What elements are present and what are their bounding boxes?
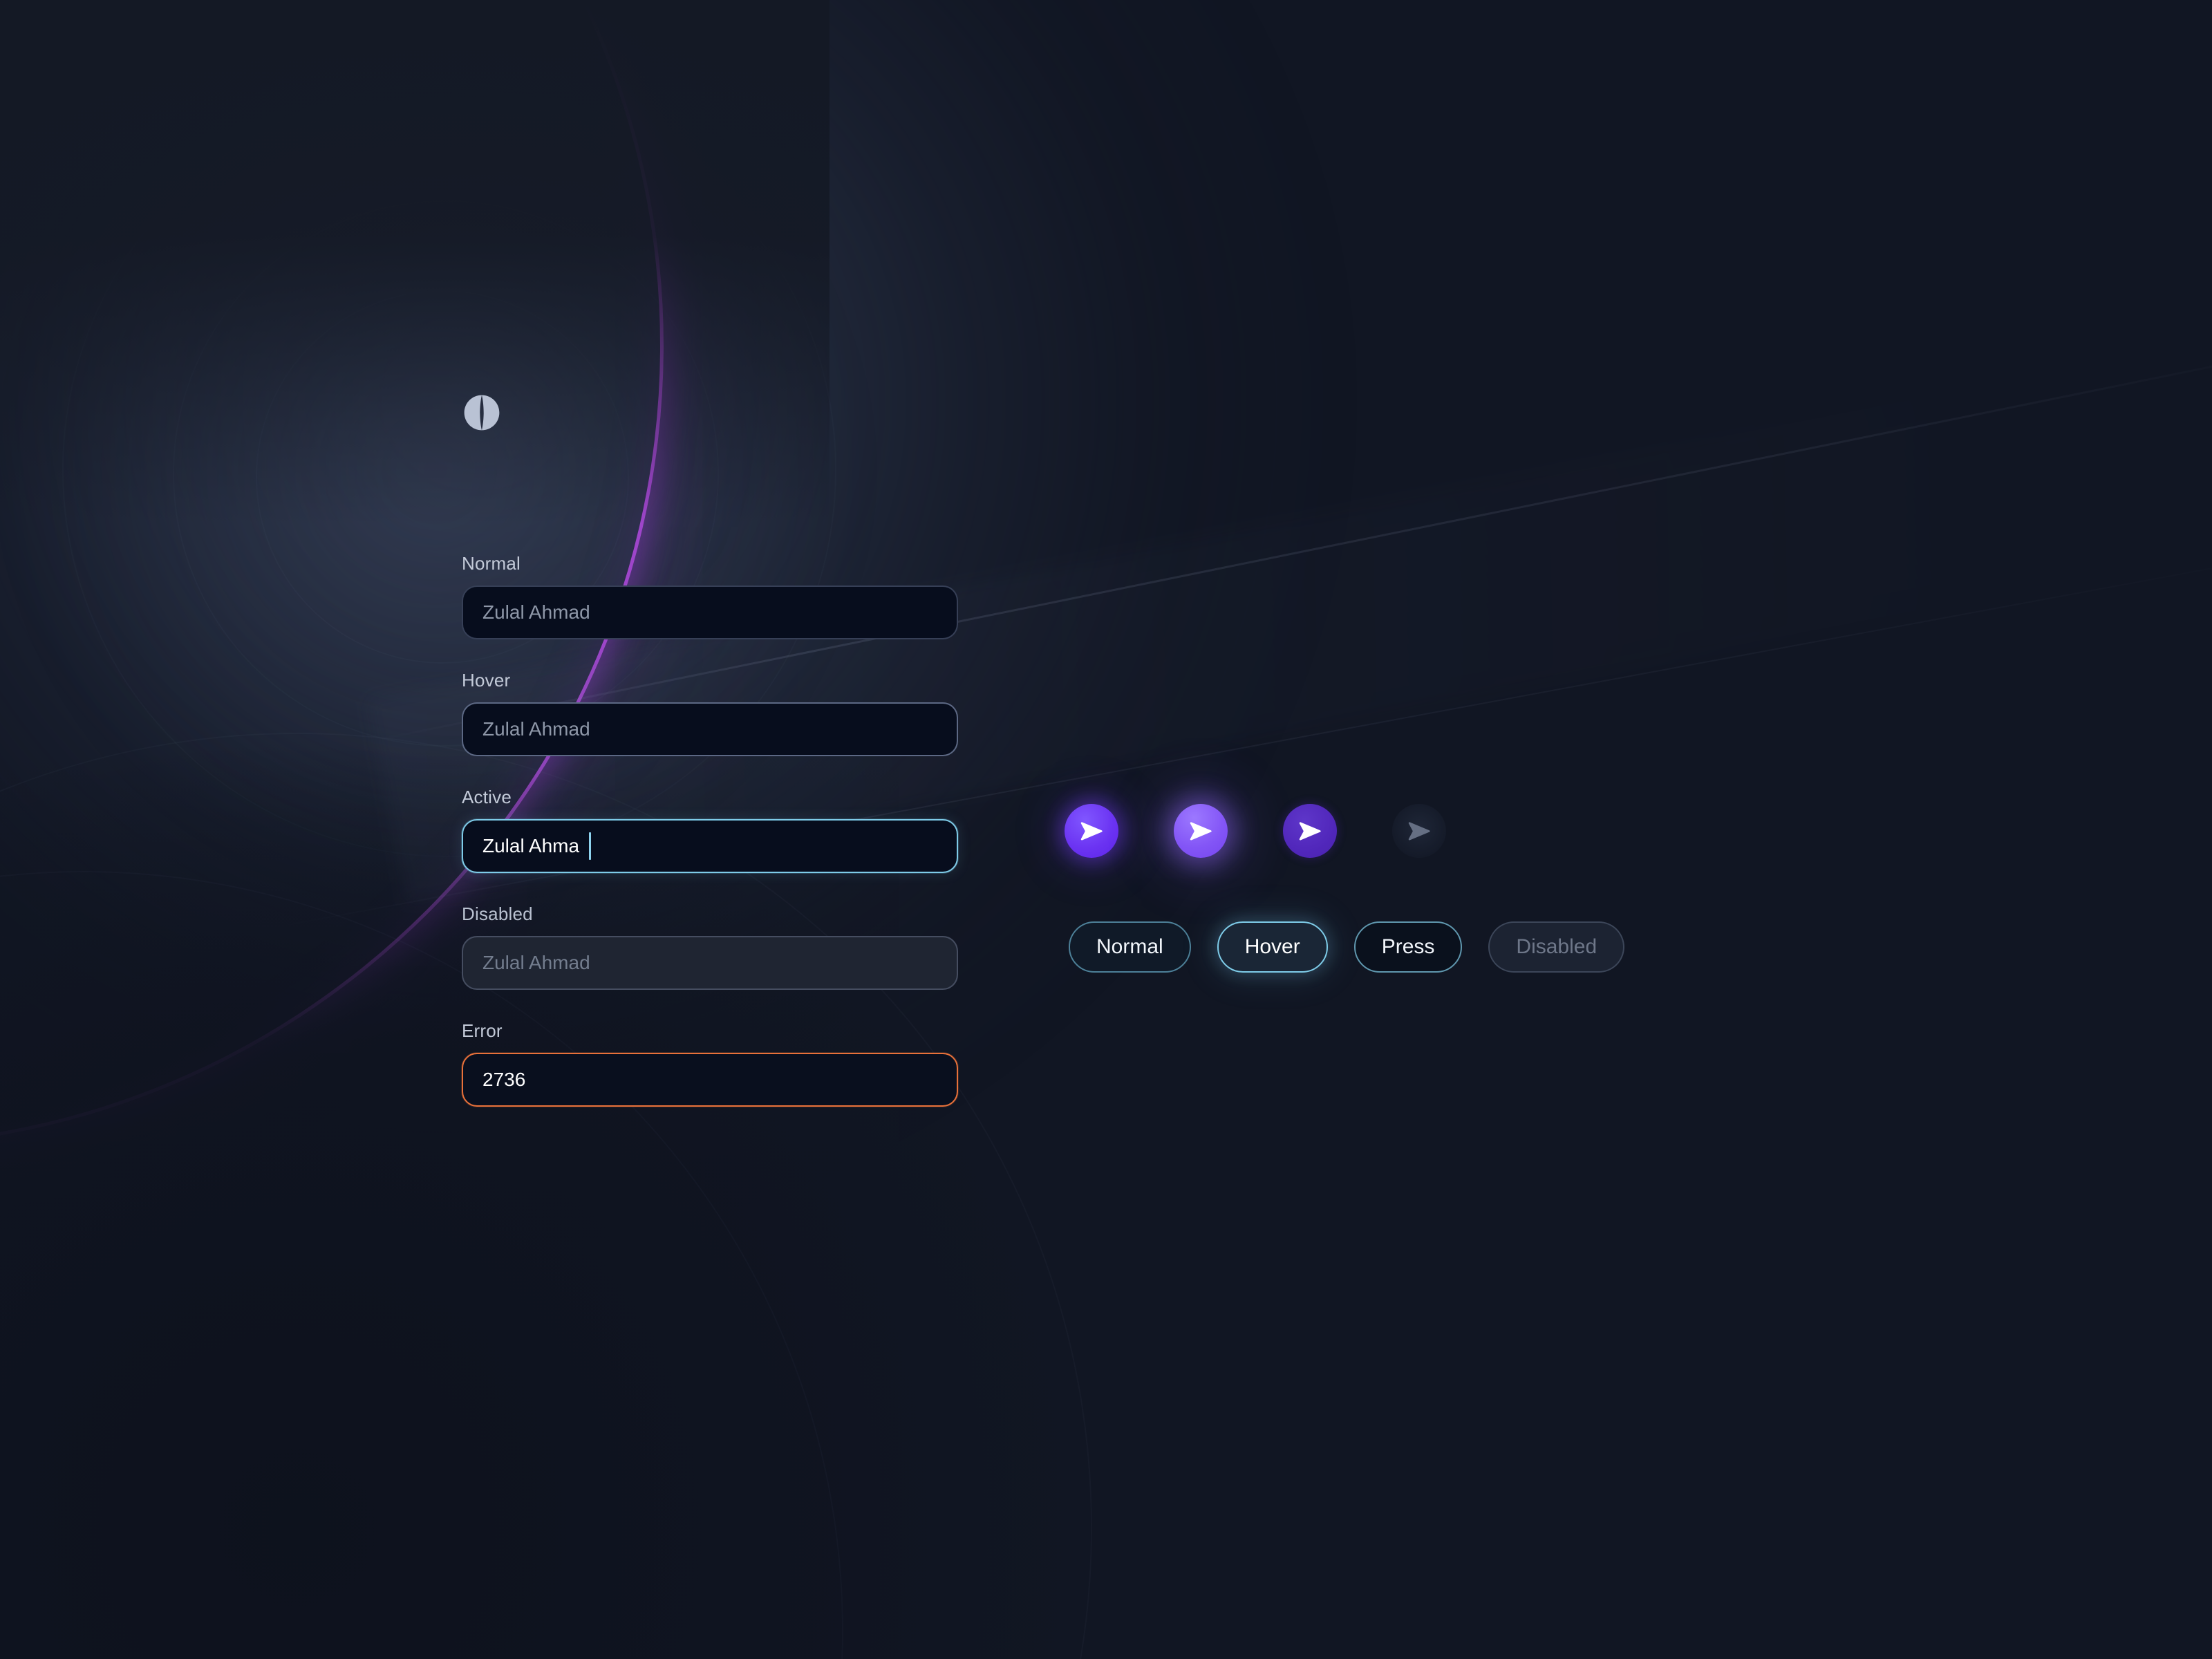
send-icon: [1408, 822, 1430, 841]
input-hover[interactable]: Zulal Ahmad: [462, 702, 958, 756]
input-normal-text: Zulal Ahmad: [482, 601, 590, 623]
field-error: Error 2736: [462, 1020, 959, 1107]
send-button-normal[interactable]: [1065, 804, 1118, 858]
input-normal[interactable]: Zulal Ahmad: [462, 585, 958, 639]
input-error[interactable]: 2736: [462, 1053, 958, 1107]
input-disabled: Zulal Ahmad: [462, 936, 958, 990]
input-error-text: 2736: [482, 1069, 526, 1090]
field-label-error: Error: [462, 1020, 503, 1041]
app-canvas: Normal Zulal Ahmad Hover Zulal Ahmad Act…: [0, 0, 2212, 1659]
input-states-group: Normal Zulal Ahmad Hover Zulal Ahmad Act…: [462, 553, 959, 1107]
field-active: Active Zulal Ahma: [462, 787, 959, 873]
send-button-hover[interactable]: [1174, 804, 1228, 858]
send-button-press[interactable]: [1283, 804, 1337, 858]
field-disabled: Disabled Zulal Ahmad: [462, 903, 959, 990]
send-icon: [1190, 822, 1212, 841]
field-label-active: Active: [462, 787, 512, 807]
pill-button-disabled: Disabled: [1488, 921, 1625, 973]
input-hover-text: Zulal Ahmad: [482, 718, 590, 740]
field-label-hover: Hover: [462, 670, 511, 691]
field-label-disabled: Disabled: [462, 903, 533, 924]
pill-button-hover[interactable]: Hover: [1217, 921, 1328, 973]
send-icon: [1080, 822, 1103, 841]
send-button-disabled: [1392, 804, 1446, 858]
four-petal-logo-icon: [462, 393, 502, 433]
pill-button-press[interactable]: Press: [1353, 921, 1463, 973]
pill-button-states-group: Normal Hover Press Disabled: [1069, 921, 1625, 973]
input-active-text: Zulal Ahma: [482, 835, 580, 856]
send-icon: [1299, 822, 1321, 841]
field-hover: Hover Zulal Ahmad: [462, 670, 959, 756]
input-disabled-text: Zulal Ahmad: [482, 952, 590, 973]
content-layer: Normal Zulal Ahmad Hover Zulal Ahmad Act…: [0, 0, 2212, 1659]
pill-button-normal[interactable]: Normal: [1069, 921, 1191, 973]
input-active[interactable]: Zulal Ahma: [462, 819, 958, 873]
field-normal: Normal Zulal Ahmad: [462, 553, 959, 639]
field-label-normal: Normal: [462, 553, 521, 574]
text-caret: [589, 832, 592, 860]
send-button-states-group: [1065, 804, 1446, 858]
